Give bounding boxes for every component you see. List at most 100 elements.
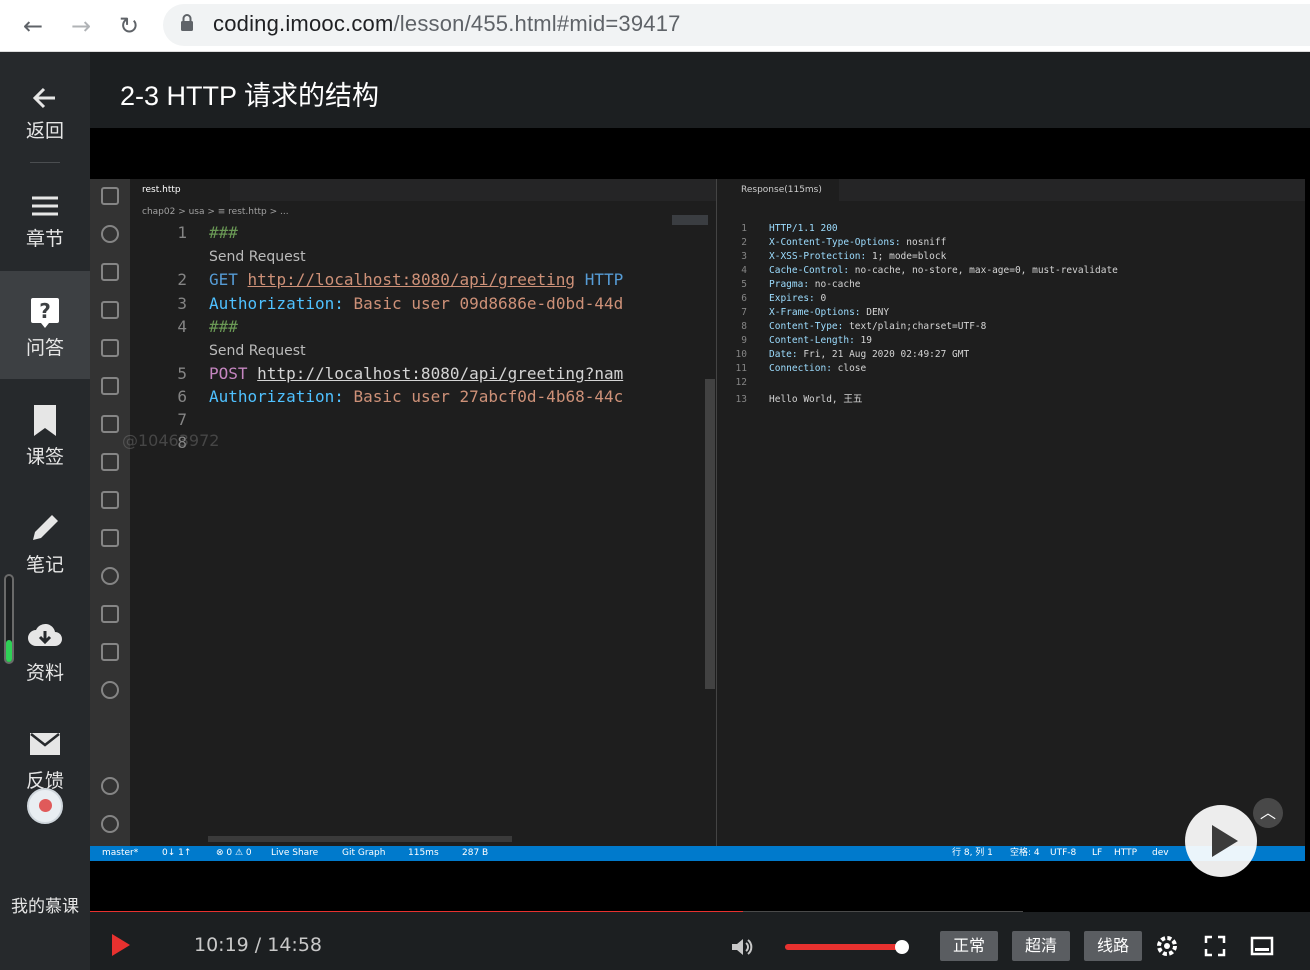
sidebar-item-label: 我的慕课 (11, 897, 79, 917)
git-graph-status: Git Graph (342, 848, 386, 858)
account-icon (101, 777, 119, 795)
response-header-value: 0 (814, 293, 827, 304)
cloud-download-icon (28, 623, 62, 646)
response-header-name: X-XSS-Protection: (769, 251, 867, 262)
breadcrumb: chap02 > usa > ≡ rest.http > ... (142, 207, 289, 217)
volume-icon[interactable] (730, 936, 754, 958)
line-number: 3 (741, 251, 747, 262)
sidebar-item-bookmarks[interactable]: 课签 (0, 382, 90, 490)
line-number: 2 (177, 270, 187, 289)
course-sidebar: 返回 章节 ? 问答 课签 笔记 资料 反馈 我的慕课 (0, 52, 90, 970)
forward-arrow-icon[interactable]: → (63, 8, 99, 44)
sync-status: 0↓ 1↑ (162, 848, 192, 858)
volume-level (785, 944, 903, 950)
pencil-icon (33, 515, 58, 540)
quality-hd-button[interactable]: 超清 (1012, 931, 1070, 961)
vscode-status-bar: master* 0↓ 1↑ ⊗ 0 ⚠ 0 Live Share Git Gra… (90, 846, 1305, 861)
video-player[interactable]: rest.http chap02 > usa > ≡ rest.http > .… (90, 128, 1310, 912)
bookmark-icon (101, 643, 119, 661)
edge-icon (101, 681, 119, 699)
auth-user: user (411, 387, 450, 406)
header-key: Authorization: (209, 294, 344, 313)
auth-scheme: Basic (353, 294, 402, 313)
line-number: 7 (177, 410, 187, 429)
http-method: POST (209, 364, 248, 383)
remote-icon (101, 415, 119, 433)
avatar[interactable] (27, 788, 63, 824)
line-number: 6 (177, 387, 187, 406)
route-button[interactable]: 线路 (1084, 931, 1142, 961)
line-number: 3 (177, 294, 187, 313)
debug-icon (101, 301, 119, 319)
git-branch: master* (102, 848, 139, 858)
response-line: 1 HTTP/1.1 200 (717, 223, 838, 234)
arrow-left-icon (32, 87, 55, 109)
code-line: POST http://localhost:8080/api/greeting?… (209, 364, 623, 383)
response-header-value: close (831, 363, 867, 374)
volume-handle[interactable] (895, 940, 909, 954)
extensions-icon (101, 339, 119, 357)
auth-user: user (411, 294, 450, 313)
web-fullscreen-icon[interactable] (1250, 934, 1274, 958)
response-line: 6 Expires: 0 (717, 293, 826, 304)
sidebar-item-qa[interactable]: ? 问答 (0, 271, 90, 379)
sidebar-item-back[interactable]: 返回 (0, 62, 90, 170)
language-mode: HTTP (1114, 848, 1138, 858)
divider (30, 162, 60, 163)
auth-token: 27abcf0d-4b68-44c (459, 387, 624, 406)
send-request-lens: Send Request (209, 343, 306, 359)
sidebar-item-label: 返回 (25, 120, 64, 142)
watermark-text: @10463972 (122, 431, 220, 450)
playback-time: 10:19 / 14:58 (194, 934, 322, 956)
response-line: 8 Content-Type: text/plain;charset=UTF-8 (717, 321, 986, 332)
response-line: 2 X-Content-Type-Options: nosniff (717, 237, 946, 248)
response-header-name: HTTP/1.1 200 (769, 223, 838, 234)
line-number: 5 (741, 279, 747, 290)
gear-icon[interactable] (1155, 934, 1179, 958)
code-line: ### (209, 317, 238, 336)
url-text[interactable]: coding.imooc.com/lesson/455.html#mid=394… (213, 11, 681, 37)
response-line: 9 Content-Length: 19 (717, 335, 872, 346)
lock-icon (181, 14, 193, 31)
live-share-status: Live Share (271, 848, 319, 858)
line-number: 9 (741, 335, 747, 346)
sidebar-item-chapters[interactable]: 章节 (0, 170, 90, 278)
encoding: UTF-8 (1050, 848, 1077, 858)
sidebar-item-my-imooc[interactable]: 我的慕课 (0, 888, 90, 918)
menu-icon (32, 196, 58, 216)
line-number: 12 (735, 377, 747, 388)
line-number: 2 (741, 237, 747, 248)
header-key: Authorization: (209, 387, 344, 406)
environment: dev (1152, 848, 1169, 858)
editor-tab-bar: rest.http (130, 179, 716, 201)
quality-normal-button[interactable]: 正常 (940, 931, 998, 961)
line-number: 8 (741, 321, 747, 332)
reload-icon[interactable]: ↻ (111, 8, 147, 44)
response-header-value: 1; mode=block (866, 251, 947, 262)
request-url: http://localhost:8080/api/greeting?nam (257, 364, 624, 383)
live-share-icon (101, 605, 119, 623)
line-number: 6 (741, 293, 747, 304)
source-control-icon (101, 263, 119, 281)
http-version: HTTP (584, 270, 624, 289)
response-header-name: Content-Length: (769, 335, 855, 346)
video-frame-vscode: rest.http chap02 > usa > ≡ rest.http > .… (90, 179, 1305, 861)
page-title: 2-3 HTTP 请求的结构 (120, 81, 380, 111)
docker-icon (101, 529, 119, 547)
chevron-up-icon[interactable]: ︿ (1253, 798, 1283, 828)
line-number: 5 (177, 364, 187, 383)
tab-rest-http: rest.http (130, 179, 230, 201)
study-progress-fill (6, 640, 12, 662)
sidebar-item-label: 课签 (25, 446, 64, 468)
line-ending: LF (1092, 848, 1103, 858)
fullscreen-icon[interactable] (1203, 934, 1227, 958)
response-line: 3 X-XSS-Protection: 1; mode=block (717, 251, 946, 262)
request-url: http://localhost:8080/api/greeting (247, 270, 576, 289)
play-button[interactable] (112, 934, 130, 956)
line-number: 7 (741, 307, 747, 318)
back-arrow-icon[interactable]: ← (15, 8, 51, 44)
big-play-button[interactable] (1185, 805, 1257, 877)
problems-status: ⊗ 0 ⚠ 0 (216, 848, 252, 858)
response-line: 13 Hello World, 王五 (717, 391, 863, 405)
response-line: 10 Date: Fri, 21 Aug 2020 02:49:27 GMT (717, 349, 970, 360)
